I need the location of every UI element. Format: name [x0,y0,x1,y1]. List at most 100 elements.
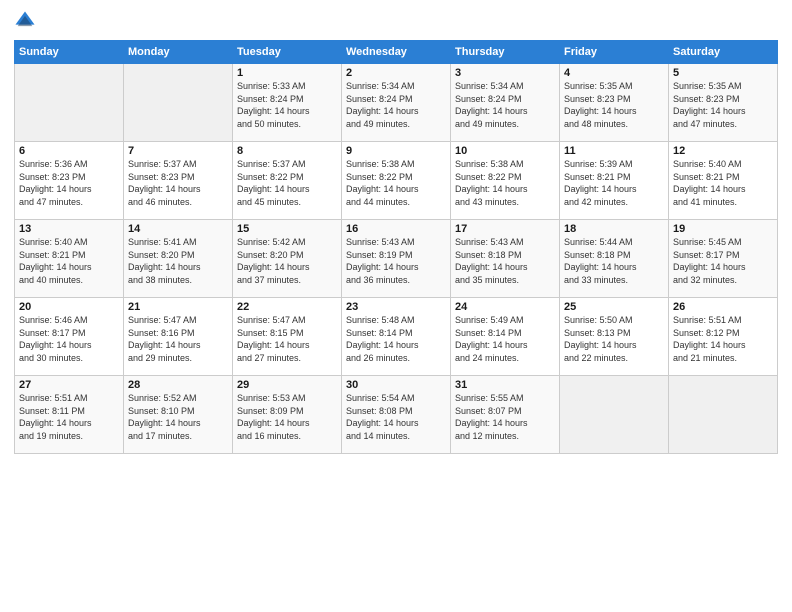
day-number: 11 [564,145,664,157]
calendar-header-row: SundayMondayTuesdayWednesdayThursdayFrid… [15,41,778,64]
day-number: 1 [237,67,337,79]
day-info: Sunrise: 5:47 AM Sunset: 8:15 PM Dayligh… [237,314,337,364]
day-info: Sunrise: 5:45 AM Sunset: 8:17 PM Dayligh… [673,236,773,286]
calendar-cell: 26Sunrise: 5:51 AM Sunset: 8:12 PM Dayli… [669,298,778,376]
day-number: 24 [455,301,555,313]
calendar-cell: 17Sunrise: 5:43 AM Sunset: 8:18 PM Dayli… [451,220,560,298]
calendar-cell: 22Sunrise: 5:47 AM Sunset: 8:15 PM Dayli… [233,298,342,376]
day-info: Sunrise: 5:47 AM Sunset: 8:16 PM Dayligh… [128,314,228,364]
calendar-cell: 27Sunrise: 5:51 AM Sunset: 8:11 PM Dayli… [15,376,124,454]
day-number: 30 [346,379,446,391]
day-info: Sunrise: 5:43 AM Sunset: 8:18 PM Dayligh… [455,236,555,286]
day-number: 5 [673,67,773,79]
calendar-table: SundayMondayTuesdayWednesdayThursdayFrid… [14,40,778,454]
header [14,10,778,32]
calendar-cell: 13Sunrise: 5:40 AM Sunset: 8:21 PM Dayli… [15,220,124,298]
calendar-header-tuesday: Tuesday [233,41,342,64]
calendar-cell: 4Sunrise: 5:35 AM Sunset: 8:23 PM Daylig… [560,64,669,142]
calendar-cell: 12Sunrise: 5:40 AM Sunset: 8:21 PM Dayli… [669,142,778,220]
calendar-cell: 19Sunrise: 5:45 AM Sunset: 8:17 PM Dayli… [669,220,778,298]
day-info: Sunrise: 5:55 AM Sunset: 8:07 PM Dayligh… [455,392,555,442]
day-number: 23 [346,301,446,313]
day-info: Sunrise: 5:39 AM Sunset: 8:21 PM Dayligh… [564,158,664,208]
calendar-cell: 14Sunrise: 5:41 AM Sunset: 8:20 PM Dayli… [124,220,233,298]
day-number: 7 [128,145,228,157]
day-number: 18 [564,223,664,235]
calendar-cell: 20Sunrise: 5:46 AM Sunset: 8:17 PM Dayli… [15,298,124,376]
day-number: 20 [19,301,119,313]
day-info: Sunrise: 5:36 AM Sunset: 8:23 PM Dayligh… [19,158,119,208]
day-info: Sunrise: 5:41 AM Sunset: 8:20 PM Dayligh… [128,236,228,286]
day-number: 12 [673,145,773,157]
calendar-week-5: 27Sunrise: 5:51 AM Sunset: 8:11 PM Dayli… [15,376,778,454]
calendar-header-thursday: Thursday [451,41,560,64]
day-number: 10 [455,145,555,157]
day-number: 29 [237,379,337,391]
day-info: Sunrise: 5:37 AM Sunset: 8:23 PM Dayligh… [128,158,228,208]
day-number: 9 [346,145,446,157]
day-info: Sunrise: 5:35 AM Sunset: 8:23 PM Dayligh… [673,80,773,130]
day-info: Sunrise: 5:49 AM Sunset: 8:14 PM Dayligh… [455,314,555,364]
day-info: Sunrise: 5:54 AM Sunset: 8:08 PM Dayligh… [346,392,446,442]
day-number: 16 [346,223,446,235]
day-info: Sunrise: 5:38 AM Sunset: 8:22 PM Dayligh… [455,158,555,208]
day-info: Sunrise: 5:53 AM Sunset: 8:09 PM Dayligh… [237,392,337,442]
day-info: Sunrise: 5:34 AM Sunset: 8:24 PM Dayligh… [346,80,446,130]
day-info: Sunrise: 5:34 AM Sunset: 8:24 PM Dayligh… [455,80,555,130]
day-info: Sunrise: 5:43 AM Sunset: 8:19 PM Dayligh… [346,236,446,286]
day-number: 26 [673,301,773,313]
day-number: 28 [128,379,228,391]
calendar-cell: 11Sunrise: 5:39 AM Sunset: 8:21 PM Dayli… [560,142,669,220]
calendar-cell: 2Sunrise: 5:34 AM Sunset: 8:24 PM Daylig… [342,64,451,142]
calendar-cell [560,376,669,454]
calendar-cell: 10Sunrise: 5:38 AM Sunset: 8:22 PM Dayli… [451,142,560,220]
day-number: 17 [455,223,555,235]
day-number: 21 [128,301,228,313]
day-number: 25 [564,301,664,313]
calendar-cell [15,64,124,142]
page-container: SundayMondayTuesdayWednesdayThursdayFrid… [0,0,792,612]
calendar-cell: 16Sunrise: 5:43 AM Sunset: 8:19 PM Dayli… [342,220,451,298]
calendar-cell: 8Sunrise: 5:37 AM Sunset: 8:22 PM Daylig… [233,142,342,220]
calendar-header-saturday: Saturday [669,41,778,64]
day-number: 22 [237,301,337,313]
calendar-cell: 30Sunrise: 5:54 AM Sunset: 8:08 PM Dayli… [342,376,451,454]
calendar-cell: 25Sunrise: 5:50 AM Sunset: 8:13 PM Dayli… [560,298,669,376]
day-info: Sunrise: 5:42 AM Sunset: 8:20 PM Dayligh… [237,236,337,286]
day-number: 31 [455,379,555,391]
day-info: Sunrise: 5:40 AM Sunset: 8:21 PM Dayligh… [19,236,119,286]
calendar-cell [124,64,233,142]
logo [14,10,38,32]
day-number: 27 [19,379,119,391]
day-number: 14 [128,223,228,235]
calendar-cell: 7Sunrise: 5:37 AM Sunset: 8:23 PM Daylig… [124,142,233,220]
day-number: 19 [673,223,773,235]
calendar-header-monday: Monday [124,41,233,64]
calendar-cell: 18Sunrise: 5:44 AM Sunset: 8:18 PM Dayli… [560,220,669,298]
day-number: 4 [564,67,664,79]
day-number: 2 [346,67,446,79]
day-info: Sunrise: 5:44 AM Sunset: 8:18 PM Dayligh… [564,236,664,286]
day-info: Sunrise: 5:52 AM Sunset: 8:10 PM Dayligh… [128,392,228,442]
calendar-cell: 15Sunrise: 5:42 AM Sunset: 8:20 PM Dayli… [233,220,342,298]
calendar-cell: 6Sunrise: 5:36 AM Sunset: 8:23 PM Daylig… [15,142,124,220]
day-number: 15 [237,223,337,235]
calendar-header-wednesday: Wednesday [342,41,451,64]
calendar-cell: 9Sunrise: 5:38 AM Sunset: 8:22 PM Daylig… [342,142,451,220]
calendar-cell: 1Sunrise: 5:33 AM Sunset: 8:24 PM Daylig… [233,64,342,142]
calendar-cell: 21Sunrise: 5:47 AM Sunset: 8:16 PM Dayli… [124,298,233,376]
calendar-week-1: 1Sunrise: 5:33 AM Sunset: 8:24 PM Daylig… [15,64,778,142]
calendar-cell: 29Sunrise: 5:53 AM Sunset: 8:09 PM Dayli… [233,376,342,454]
day-number: 3 [455,67,555,79]
day-info: Sunrise: 5:46 AM Sunset: 8:17 PM Dayligh… [19,314,119,364]
calendar-header-sunday: Sunday [15,41,124,64]
day-number: 6 [19,145,119,157]
calendar-week-3: 13Sunrise: 5:40 AM Sunset: 8:21 PM Dayli… [15,220,778,298]
day-info: Sunrise: 5:51 AM Sunset: 8:11 PM Dayligh… [19,392,119,442]
day-info: Sunrise: 5:50 AM Sunset: 8:13 PM Dayligh… [564,314,664,364]
calendar-cell: 28Sunrise: 5:52 AM Sunset: 8:10 PM Dayli… [124,376,233,454]
calendar-cell: 5Sunrise: 5:35 AM Sunset: 8:23 PM Daylig… [669,64,778,142]
day-number: 8 [237,145,337,157]
calendar-header-friday: Friday [560,41,669,64]
calendar-cell: 3Sunrise: 5:34 AM Sunset: 8:24 PM Daylig… [451,64,560,142]
